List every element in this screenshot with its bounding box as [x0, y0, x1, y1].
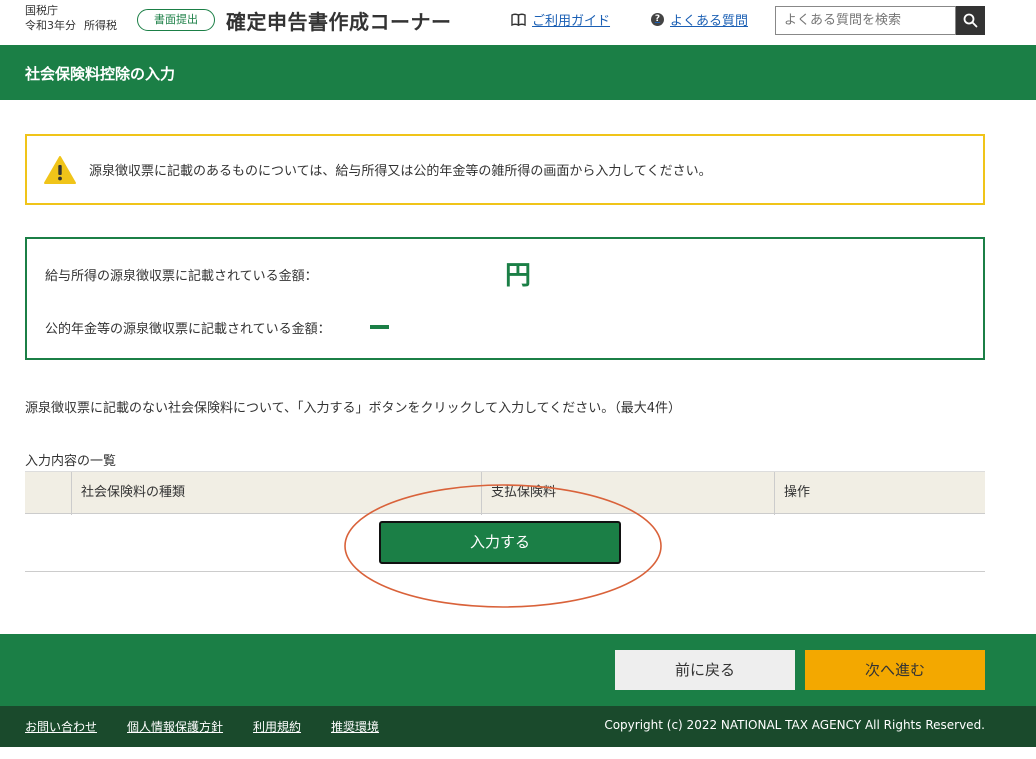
back-button[interactable]: 前に戻る [615, 650, 795, 690]
footer-links-bar: お問い合わせ 個人情報保護方針 利用規約 推奨環境 Copyright (c) … [0, 706, 1036, 747]
footer-link-contact[interactable]: お問い合わせ [25, 718, 97, 735]
search-button[interactable] [956, 6, 985, 35]
page-title-bar: 社会保険料控除の入力 [0, 45, 1036, 100]
input-button[interactable]: 入力する [379, 521, 621, 564]
user-guide-link[interactable]: ご利用ガイド [511, 10, 610, 29]
footer-link-privacy[interactable]: 個人情報保護方針 [127, 718, 223, 735]
salary-withholding-label: 給与所得の源泉徴収票に記載されている金額： [45, 269, 318, 284]
footer-navigation: 前に戻る 次へ進む [0, 634, 1036, 706]
search-icon [963, 13, 978, 28]
pension-withholding-label: 公的年金等の源泉徴収票に記載されている金額： [45, 322, 331, 337]
tax-year-line: 令和3年分 所得税 [25, 18, 125, 33]
page-title: 社会保険料控除の入力 [25, 65, 176, 83]
next-button[interactable]: 次へ進む [805, 650, 985, 690]
question-icon: ? [651, 13, 664, 26]
pension-withholding-value [370, 325, 389, 329]
site-header: 国税庁 令和3年分 所得税 書面提出 確定申告書作成コーナー ご利用ガイド ? よ… [0, 0, 1036, 45]
tax-type: 所得税 [84, 19, 117, 32]
faq-label: よくある質問 [670, 14, 749, 29]
warning-text: 源泉徴収票に記載のあるものについては、給与所得又は公的年金等の雑所得の画面から入… [89, 164, 712, 179]
footer-link-environment[interactable]: 推奨環境 [331, 718, 379, 735]
site-title: 確定申告書作成コーナー [226, 10, 452, 34]
book-icon [511, 13, 526, 26]
column-header-select [25, 472, 71, 515]
warning-notice: 源泉徴収票に記載のあるものについては、給与所得又は公的年金等の雑所得の画面から入… [25, 134, 985, 205]
agency-info: 国税庁 令和3年分 所得税 [25, 3, 125, 33]
agency-name: 国税庁 [25, 4, 58, 17]
tax-year: 令和3年分 [25, 19, 76, 32]
submission-method-badge: 書面提出 [137, 9, 215, 31]
column-header-insurance-type: 社会保険料の種類 [71, 472, 481, 515]
faq-link[interactable]: ? よくある質問 [651, 10, 748, 29]
copyright-text: Copyright (c) 2022 NATIONAL TAX AGENCY A… [604, 718, 985, 732]
user-guide-label: ご利用ガイド [532, 14, 611, 29]
warning-icon [44, 155, 76, 184]
instruction-text: 源泉徴収票に記載のない社会保険料について、「入力する」ボタンをクリックして入力し… [25, 401, 682, 416]
list-caption: 入力内容の一覧 [25, 454, 117, 469]
salary-withholding-value: 円 [505, 261, 532, 291]
withholding-summary-box: 給与所得の源泉徴収票に記載されている金額： 円 公的年金等の源泉徴収票に記載され… [25, 237, 985, 360]
table-header: 社会保険料の種類 支払保険料 操作 [25, 471, 985, 515]
faq-search-input[interactable] [775, 6, 956, 35]
footer-link-terms[interactable]: 利用規約 [253, 718, 301, 735]
column-header-premium-paid: 支払保険料 [481, 472, 774, 515]
column-header-actions: 操作 [774, 472, 985, 515]
